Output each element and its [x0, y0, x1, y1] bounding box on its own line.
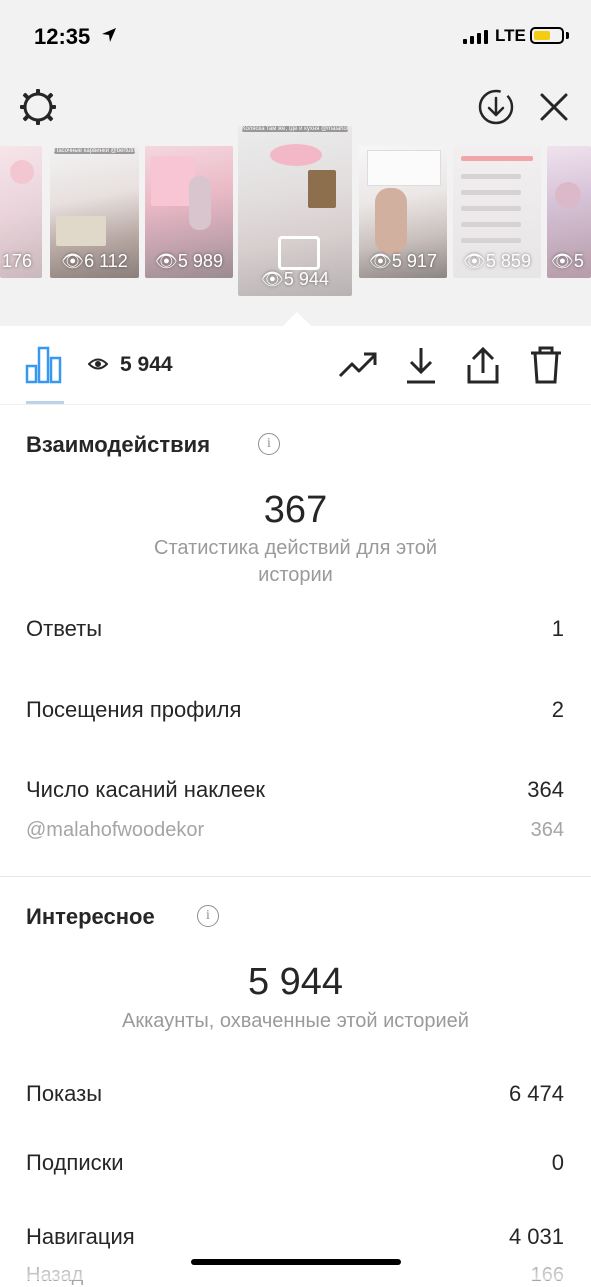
close-icon[interactable] [535, 88, 573, 126]
story-thumbnail[interactable]: 176 [0, 146, 42, 278]
sticker-taps-value: 364 [527, 777, 564, 802]
impressions-value: 6 474 [508, 1081, 564, 1106]
views-count: 5 944 [120, 353, 173, 376]
view-count-value: 5 917 [391, 251, 437, 271]
view-count: 👁5 [551, 251, 584, 271]
discovery-title: Интересное [26, 904, 155, 929]
view-count-value: 5 944 [283, 269, 329, 289]
signal-icon [463, 30, 488, 44]
bar-chart-icon[interactable] [25, 344, 63, 384]
info-icon[interactable]: i [258, 433, 280, 455]
follows-value: 0 [551, 1150, 564, 1175]
story-thumbnail[interactable]: 👁5 989 [145, 146, 233, 278]
sticker-taps-label: Число касаний наклеек [26, 777, 265, 802]
story-thumbnail[interactable]: 👁5 859 [453, 146, 541, 278]
view-count: 👁5 859 [463, 251, 531, 271]
story-thumbnail-active[interactable]: Коляска там же, где и кухня @malahofwood… [238, 126, 352, 296]
replies-label: Ответы [26, 616, 103, 641]
share-icon[interactable] [463, 345, 503, 385]
interactions-title: Взаимодействия [26, 432, 211, 457]
thumbnail-caption: Коляска там же, где и кухня @malahofwood… [242, 126, 348, 132]
interactions-caption: Статистика действий для этой истории [154, 537, 437, 586]
story-thumbnail[interactable]: Пасочные карвинки @bertutix 👁6 112 [50, 146, 139, 278]
view-count-value: 5 859 [485, 251, 531, 271]
eye-icon [88, 358, 108, 370]
navigation-label: Навигация [26, 1224, 135, 1249]
follows-label: Подписки [26, 1150, 124, 1175]
status-time: 12:35 [34, 24, 91, 49]
view-count-value: 5 [573, 251, 584, 271]
download-icon[interactable] [401, 345, 441, 385]
view-count: 176 [2, 251, 33, 271]
interactions-total: 367 [263, 489, 328, 531]
view-count: 👁5 944 [261, 269, 329, 289]
active-tab-indicator [26, 401, 64, 404]
view-count: 👁5 917 [369, 251, 437, 271]
replies-value: 1 [551, 616, 564, 641]
home-indicator[interactable] [191, 1259, 401, 1265]
view-count: 👁6 112 [61, 251, 128, 271]
gear-icon[interactable] [18, 87, 58, 127]
view-count: 👁5 989 [155, 251, 223, 271]
discovery-total: 5 944 [247, 961, 344, 1003]
view-count-value: 5 989 [177, 251, 223, 271]
battery-icon [530, 27, 564, 44]
section-divider [0, 876, 591, 877]
story-thumbnail[interactable]: 👁5 917 [359, 146, 447, 278]
navigation-value: 4 031 [508, 1224, 564, 1249]
profile-visits-label: Посещения профиля [26, 697, 242, 722]
impressions-label: Показы [26, 1081, 103, 1106]
profile-visits-value: 2 [551, 697, 564, 722]
story-thumbnail[interactable]: 👁5 [547, 146, 591, 278]
battery-tip [566, 32, 569, 39]
discovery-caption: Аккаунты, охваченные этой историей [122, 1010, 469, 1032]
sticker-mention-label[interactable]: @malahofwoodekor [26, 819, 204, 842]
active-thumbnail-pointer [283, 312, 311, 326]
view-count-value: 6 112 [84, 251, 128, 271]
trending-icon[interactable] [338, 345, 378, 385]
network-label: LTE [495, 26, 526, 45]
info-icon[interactable]: i [197, 905, 219, 927]
sticker-mention-value: 364 [530, 819, 564, 841]
trash-icon[interactable] [526, 345, 566, 385]
download-circle-icon[interactable] [476, 87, 516, 127]
location-arrow-icon [102, 28, 116, 42]
thumbnail-caption: Пасочные карвинки @bertutix [54, 148, 135, 154]
